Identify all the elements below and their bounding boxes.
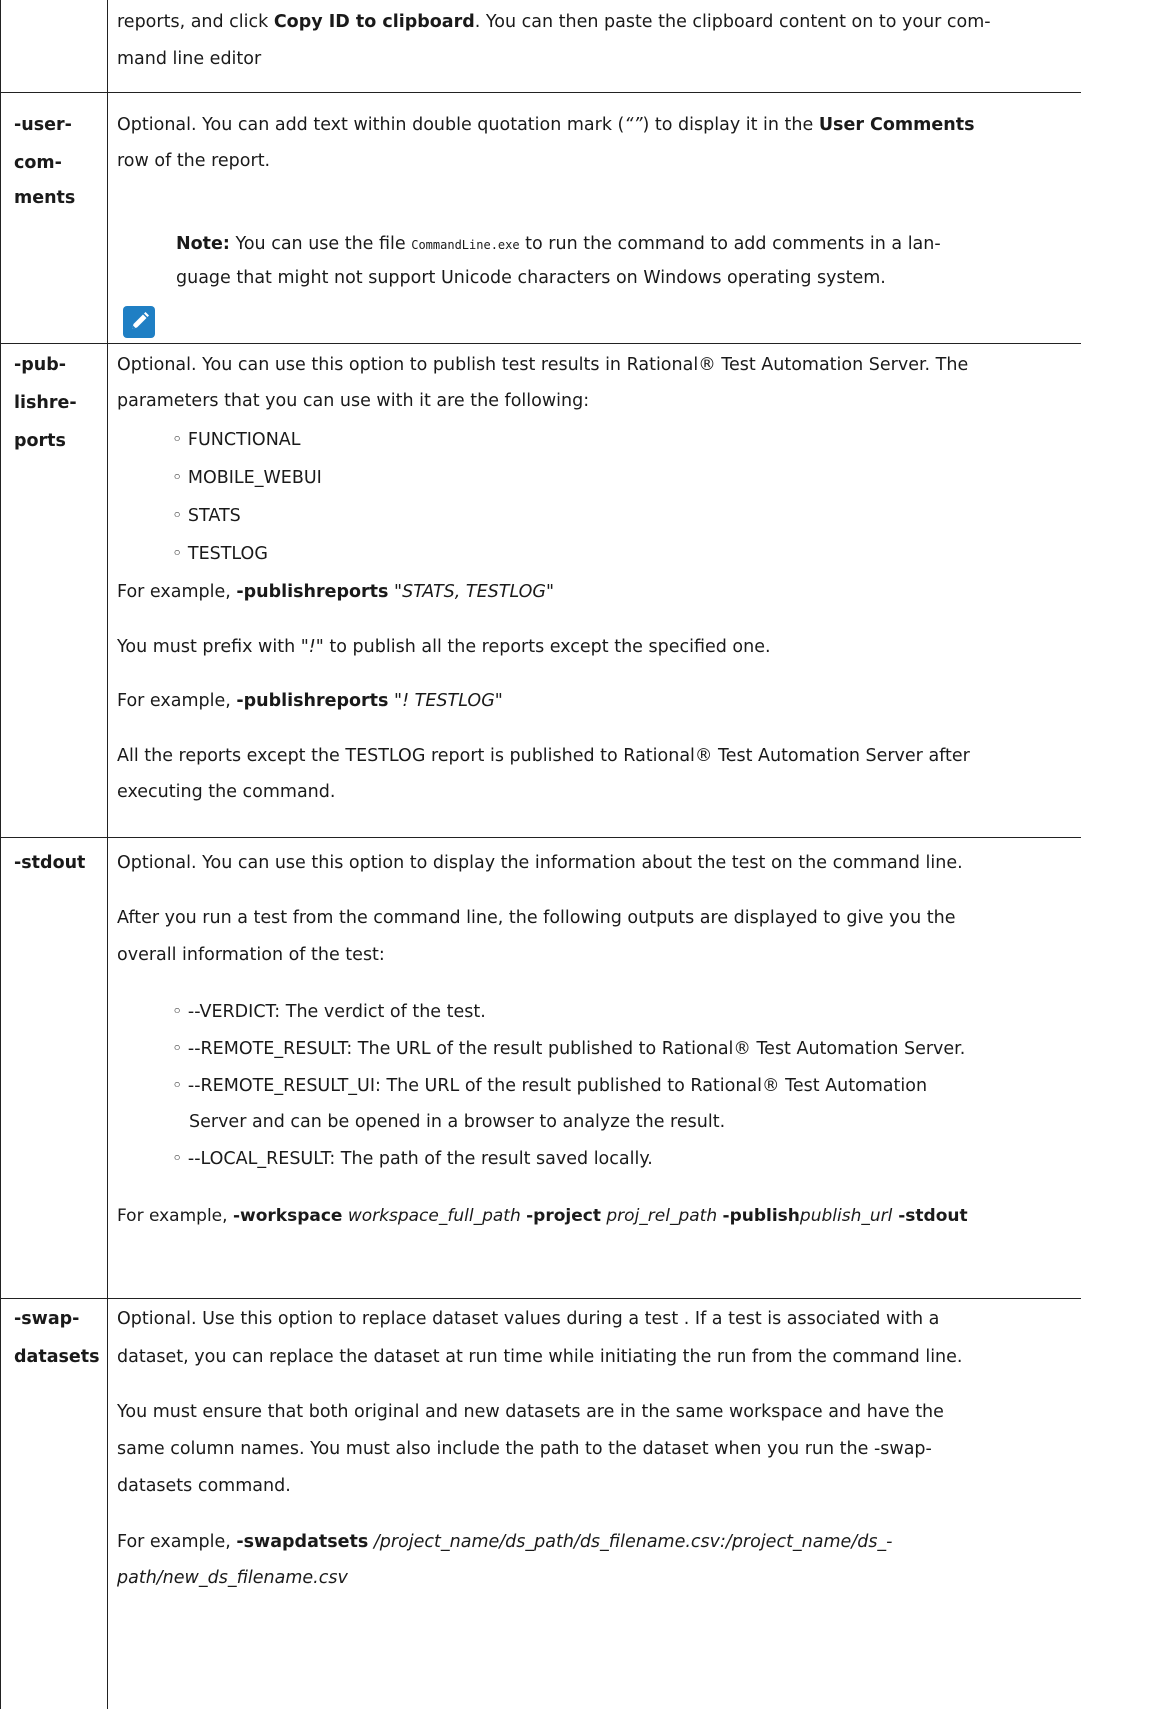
italic-text: /project_name/ds_path/ds_filename.csv:/p… <box>368 1532 893 1552</box>
swapdatasets-desc-line-1: Optional. Use this option to replace dat… <box>117 1309 940 1329</box>
list-item: ◦ --VERDICT: The verdict of the test. <box>172 1002 486 1022</box>
param-value: FUNCTIONAL <box>187 430 301 450</box>
param-user-comments-line-1: -user- <box>14 115 72 135</box>
list-item: ◦ --REMOTE_RESULT: The URL of the result… <box>172 1039 966 1059</box>
param-publishreports-line-2: lishre- <box>14 393 77 413</box>
param-publishreports-line-3: ports <box>14 431 66 451</box>
text: For example, <box>117 1206 233 1226</box>
bold-text: -project <box>526 1206 601 1226</box>
swapdatasets-ensure-line-2: same column names. You must also include… <box>117 1439 932 1459</box>
row-divider <box>1 92 1081 93</box>
note-line-2: guage that might not support Unicode cha… <box>176 268 886 288</box>
stdout-after-line-1: After you run a test from the command li… <box>117 908 956 928</box>
bold-text: -workspace <box>232 1206 343 1226</box>
param-stdout: -stdout <box>14 853 86 873</box>
bold-text: -publishreports <box>236 582 389 602</box>
list-item: ◦ --REMOTE_RESULT_UI: The URL of the res… <box>172 1076 928 1096</box>
user-comments-desc-line-2: row of the report. <box>117 151 271 171</box>
text: reports, and click <box>117 12 274 32</box>
italic-text: "!" <box>300 637 324 657</box>
italic-text: "! TESTLOG" <box>388 691 503 711</box>
param-value: STATS <box>187 506 241 526</box>
publishreports-example-1: For example, -publishreports "STATS, TES… <box>117 582 555 602</box>
output-text: --REMOTE_RESULT: The URL of the result p… <box>187 1039 966 1059</box>
italic-text: publish_url <box>799 1206 893 1226</box>
bold-text: User Comments <box>818 115 975 135</box>
bold-text: -stdout <box>892 1206 968 1226</box>
publishreports-desc-line-1: Optional. You can use this option to pub… <box>117 355 969 375</box>
list-item: ◦ TESTLOG <box>172 544 268 564</box>
italic-text: "STATS, TESTLOG" <box>388 582 555 602</box>
param-value: MOBILE_WEBUI <box>187 468 322 488</box>
note-line-1: Note: You can use the file CommandLine.e… <box>176 234 941 254</box>
list-item: ◦ STATS <box>172 506 241 526</box>
swapdatasets-ensure-line-1: You must ensure that both original and n… <box>117 1402 944 1422</box>
italic-text: proj_rel_path <box>600 1206 723 1226</box>
code-text: CommandLine.exe <box>411 238 520 252</box>
text: For example, <box>117 691 237 711</box>
text: ) to display it in the <box>642 115 819 135</box>
param-value: TESTLOG <box>187 544 268 564</box>
row-top-line-1: reports, and click Copy ID to clipboard.… <box>117 12 991 32</box>
param-publishreports-line-1: -pub- <box>14 355 67 375</box>
text: to publish all the reports except the sp… <box>323 637 771 657</box>
list-item-continuation: Server and can be opened in a browser to… <box>189 1112 726 1132</box>
swapdatasets-ensure-line-3: datasets command. <box>117 1476 291 1496</box>
note-label: Note: <box>176 234 230 254</box>
row-divider <box>1 1298 1081 1299</box>
bold-text: -swapdatsets <box>236 1532 369 1552</box>
publishreports-prefix: You must prefix with "!" to publish all … <box>117 637 771 657</box>
pencil-icon <box>123 306 155 338</box>
output-text: --VERDICT: The verdict of the test. <box>187 1002 486 1022</box>
stdout-desc-line-1: Optional. You can use this option to dis… <box>117 853 963 873</box>
publishreports-example-2: For example, -publishreports "! TESTLOG" <box>117 691 503 711</box>
row-divider <box>1 343 1081 344</box>
publishreports-result-line-1: All the reports except the TESTLOG repor… <box>117 746 970 766</box>
list-item: ◦ FUNCTIONAL <box>172 430 301 450</box>
italic-text: workspace_full_path <box>342 1206 527 1226</box>
param-user-comments-line-2: com- <box>14 153 62 173</box>
stdout-example: For example, -workspace workspace_full_p… <box>117 1208 968 1225</box>
swapdatasets-example-line-2: path/new_ds_filename.csv <box>117 1568 348 1588</box>
text: to run the command to add comments in a … <box>519 234 941 254</box>
text: For example, <box>117 582 237 602</box>
table-left-border <box>0 0 1 1709</box>
param-swapdatasets-line-1: -swap- <box>14 1309 80 1329</box>
param-swapdatasets-line-2: datasets <box>14 1347 100 1367</box>
stdout-after-line-2: overall information of the test: <box>117 945 385 965</box>
list-item: ◦ --LOCAL_RESULT: The path of the result… <box>172 1149 653 1169</box>
bold-text: -publishreports <box>236 691 389 711</box>
text: For example, <box>117 1532 237 1552</box>
row-top-line-2: mand line editor <box>117 49 262 69</box>
table-column-divider <box>107 0 108 1709</box>
output-text: --LOCAL_RESULT: The path of the result s… <box>187 1149 653 1169</box>
swapdatasets-desc-line-2: dataset, you can replace the dataset at … <box>117 1347 963 1367</box>
publishreports-result-line-2: executing the command. <box>117 782 336 802</box>
text: Optional. You can add text within double… <box>117 115 625 135</box>
user-comments-desc-line-1: Optional. You can add text within double… <box>117 115 975 135</box>
output-text: --REMOTE_RESULT_UI: The URL of the resul… <box>187 1076 928 1096</box>
text: You must prefix with <box>117 637 301 657</box>
bold-text: -publish <box>722 1206 800 1226</box>
bold-text: Copy ID to clipboard <box>273 12 475 32</box>
publishreports-desc-line-2: parameters that you can use with it are … <box>117 391 590 411</box>
text: . You can then paste the clipboard conte… <box>474 12 991 32</box>
text: You can use the file <box>229 234 412 254</box>
param-user-comments-line-3: ments <box>14 188 76 208</box>
list-item: ◦ MOBILE_WEBUI <box>172 468 322 488</box>
swapdatasets-example-line-1: For example, -swapdatsets /project_name/… <box>117 1532 893 1552</box>
row-divider <box>1 837 1081 838</box>
italic-text: “” <box>624 115 643 135</box>
